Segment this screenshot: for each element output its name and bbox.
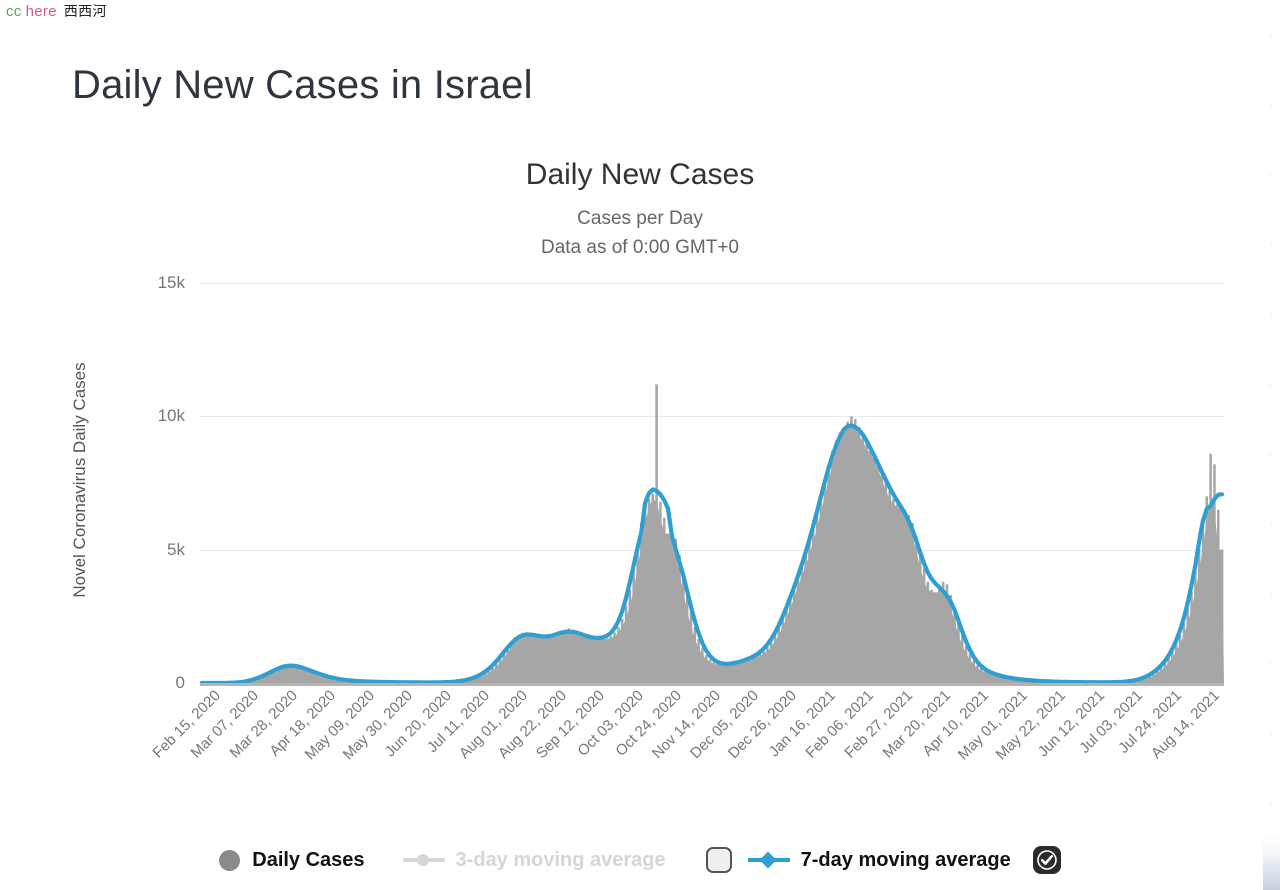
chart-data-timestamp: Data as of 0:00 GMT+0 <box>540 237 739 258</box>
checkbox-checked-icon[interactable] <box>1032 846 1061 874</box>
seven-day-average-line <box>199 423 1225 686</box>
legend-label-7day-average: 7-day moving average <box>800 848 1011 871</box>
vertical-scrollbar-thumb[interactable] <box>1263 835 1280 890</box>
y-tick-10k: 10k <box>157 406 185 425</box>
chart-legend: Daily Cases 3-day moving average 7-day m… <box>0 830 1280 890</box>
checkbox-unchecked-icon[interactable] <box>705 847 732 873</box>
chart-title: Daily New Cases <box>525 158 755 191</box>
legend-item-7day-average[interactable]: 7-day moving average <box>705 846 1061 874</box>
page-title: Daily New Cases in Israel <box>72 62 533 107</box>
page-edge-marks: ‹ ‹ ‹ ‹ ‹ ‹ ‹ ‹ ‹ ‹ ‹ ‹ <box>1269 30 1273 810</box>
x-axis-baseline <box>200 683 1224 686</box>
line-dot-marker-icon <box>402 851 445 869</box>
banner-here-text: here <box>25 2 57 20</box>
circle-marker-icon <box>219 849 241 871</box>
y-tick-5k: 5k <box>167 540 185 559</box>
y-axis-title: Novel Coronavirus Daily Cases <box>70 362 89 598</box>
page-root: cc here 西西河 Daily New Cases in Israel Da… <box>0 0 1280 890</box>
legend-label-3day-average: 3-day moving average <box>455 848 666 871</box>
y-tick-0: 0 <box>175 673 185 692</box>
chart-subtitle: Cases per Day <box>577 208 703 229</box>
y-tick-15k: 15k <box>157 273 185 292</box>
legend-item-daily-cases[interactable]: Daily Cases <box>219 848 365 872</box>
chart-container: Daily New Cases Cases per Day Data as of… <box>0 140 1280 890</box>
x-axis-tick-labels: Feb 15, 2020 Mar 07, 2020 Mar 28, 2020 Apr … <box>149 687 1224 847</box>
legend-label-daily-cases: Daily Cases <box>252 848 365 871</box>
site-banner: cc here 西西河 <box>0 0 1280 22</box>
banner-cc-text: cc <box>6 2 22 20</box>
line-diamond-marker-icon <box>747 851 790 869</box>
legend-item-3day-average[interactable]: 3-day moving average <box>402 848 666 872</box>
banner-chinese-text: 西西河 <box>63 4 107 20</box>
plot-area <box>199 283 1225 686</box>
